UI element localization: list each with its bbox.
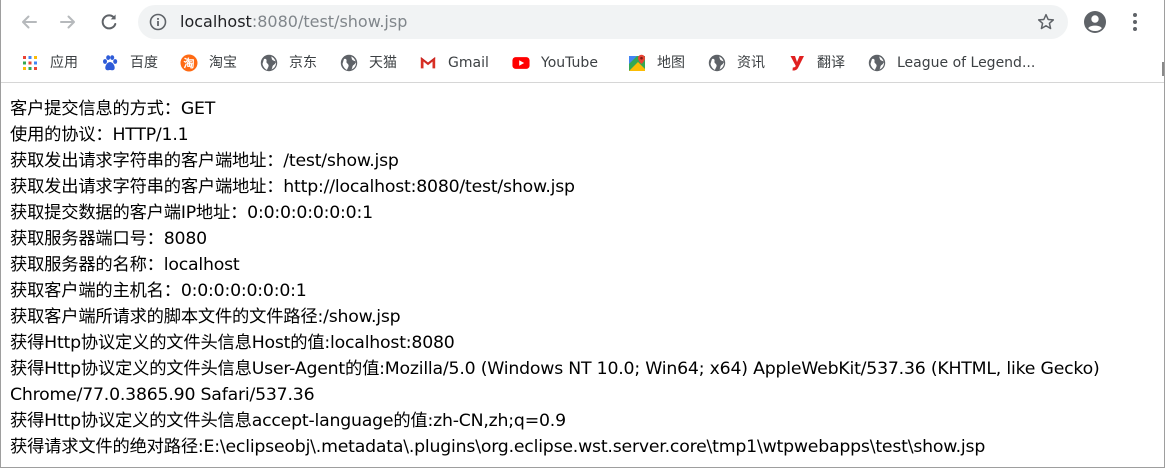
bookmark-apps[interactable]: 应用	[21, 52, 78, 74]
translate-y-icon	[788, 54, 806, 72]
globe-icon	[868, 54, 886, 72]
bookmark-taobao[interactable]: 淘 淘宝	[180, 52, 237, 74]
info-line-server-port: 获取服务器端口号：8080	[10, 229, 207, 249]
svg-text:淘: 淘	[184, 56, 195, 70]
gmail-icon	[419, 54, 437, 72]
bookmark-label: YouTube	[541, 55, 598, 71]
page-content: 客户提交信息的方式：GET 使用的协议：HTTP/1.1 获取发出请求字符串的客…	[1, 83, 1164, 467]
back-arrow-icon	[22, 15, 37, 29]
globe-icon	[260, 54, 278, 72]
bookmarks-bar: 应用 百度 淘 淘宝 京东 天猫 Gmail YouTube 地图 资讯 翻译 …	[1, 44, 1164, 83]
url-host: localhost	[180, 12, 252, 31]
forward-button[interactable]	[54, 8, 82, 36]
bookmark-label: 淘宝	[209, 55, 237, 71]
info-line-header-accept-language: 获得Http协议定义的文件头信息accept-language的值:zh-CN,…	[10, 411, 566, 431]
kebab-menu-icon[interactable]	[1125, 11, 1145, 33]
bookmark-label: 应用	[50, 55, 78, 71]
bookmark-tmall[interactable]: 天猫	[340, 52, 397, 74]
taobao-icon: 淘	[180, 54, 198, 72]
info-icon[interactable]	[149, 13, 167, 31]
url-path: :8080/test/show.jsp	[251, 12, 408, 31]
info-line-protocol: 使用的协议：HTTP/1.1	[10, 125, 189, 145]
star-icon[interactable]	[1036, 12, 1056, 32]
apps-grid-icon	[21, 54, 39, 72]
reload-button[interactable]	[95, 8, 123, 36]
bookmark-label: 天猫	[369, 55, 397, 71]
info-line-remote-addr: 获取提交数据的客户端IP地址：0:0:0:0:0:0:0:1	[10, 203, 373, 223]
bookmarks-overflow-edge	[1162, 62, 1164, 76]
info-line-real-path: 获得请求文件的绝对路径:E:\eclipseobj\.metadata\.plu…	[10, 437, 986, 457]
request-info-list: 客户提交信息的方式：GET 使用的协议：HTTP/1.1 获取发出请求字符串的客…	[10, 96, 1160, 460]
url-text[interactable]: localhost:8080/test/show.jsp	[180, 12, 407, 32]
bookmark-news[interactable]: 资讯	[708, 52, 765, 74]
bookmark-jd[interactable]: 京东	[260, 52, 317, 74]
maps-icon	[628, 54, 646, 72]
info-line-request-uri: 获取发出请求字符串的客户端地址：/test/show.jsp	[10, 151, 399, 171]
baidu-paw-icon	[101, 54, 119, 72]
info-line-server-name: 获取服务器的名称：localhost	[10, 255, 240, 275]
bookmark-label: 京东	[289, 55, 317, 71]
bookmark-gmail[interactable]: Gmail	[419, 52, 489, 74]
bookmark-label: 地图	[657, 55, 685, 71]
browser-toolbar: localhost:8080/test/show.jsp	[1, 0, 1164, 44]
bookmark-label: 资讯	[737, 55, 765, 71]
bookmark-youtube[interactable]: YouTube	[512, 52, 598, 74]
bookmark-label: 百度	[130, 55, 158, 71]
bookmark-translate[interactable]: 翻译	[788, 52, 845, 74]
bookmark-label: League of Legend...	[897, 55, 1036, 71]
info-line-remote-host: 获取客户端的主机名：0:0:0:0:0:0:0:1	[10, 281, 307, 301]
reload-icon	[101, 14, 117, 30]
globe-icon	[708, 54, 726, 72]
bookmark-league-of-legends[interactable]: League of Legend...	[868, 52, 1035, 74]
bookmark-maps[interactable]: 地图	[628, 52, 685, 74]
info-line-header-user-agent: 获得Http协议定义的文件头信息User-Agent的值:Mozilla/5.0…	[10, 359, 1100, 405]
bookmark-label: Gmail	[448, 55, 489, 71]
back-button[interactable]	[15, 8, 43, 36]
globe-icon	[340, 54, 358, 72]
info-line-request-url: 获取发出请求字符串的客户端地址：http://localhost:8080/te…	[10, 177, 575, 197]
bookmark-baidu[interactable]: 百度	[101, 52, 158, 74]
forward-arrow-icon	[60, 15, 75, 29]
bookmark-label: 翻译	[817, 55, 845, 71]
account-icon[interactable]	[1083, 10, 1107, 34]
youtube-icon	[512, 54, 530, 72]
address-bar[interactable]: localhost:8080/test/show.jsp	[138, 5, 1068, 39]
info-line-header-host: 获得Http协议定义的文件头信息Host的值:localhost:8080	[10, 333, 455, 353]
info-line-servlet-path: 获取客户端所请求的脚本文件的文件路径:/show.jsp	[10, 307, 401, 327]
browser-window: localhost:8080/test/show.jsp 应用 百度 淘 淘宝 …	[0, 0, 1165, 468]
info-line-method: 客户提交信息的方式：GET	[10, 99, 216, 119]
